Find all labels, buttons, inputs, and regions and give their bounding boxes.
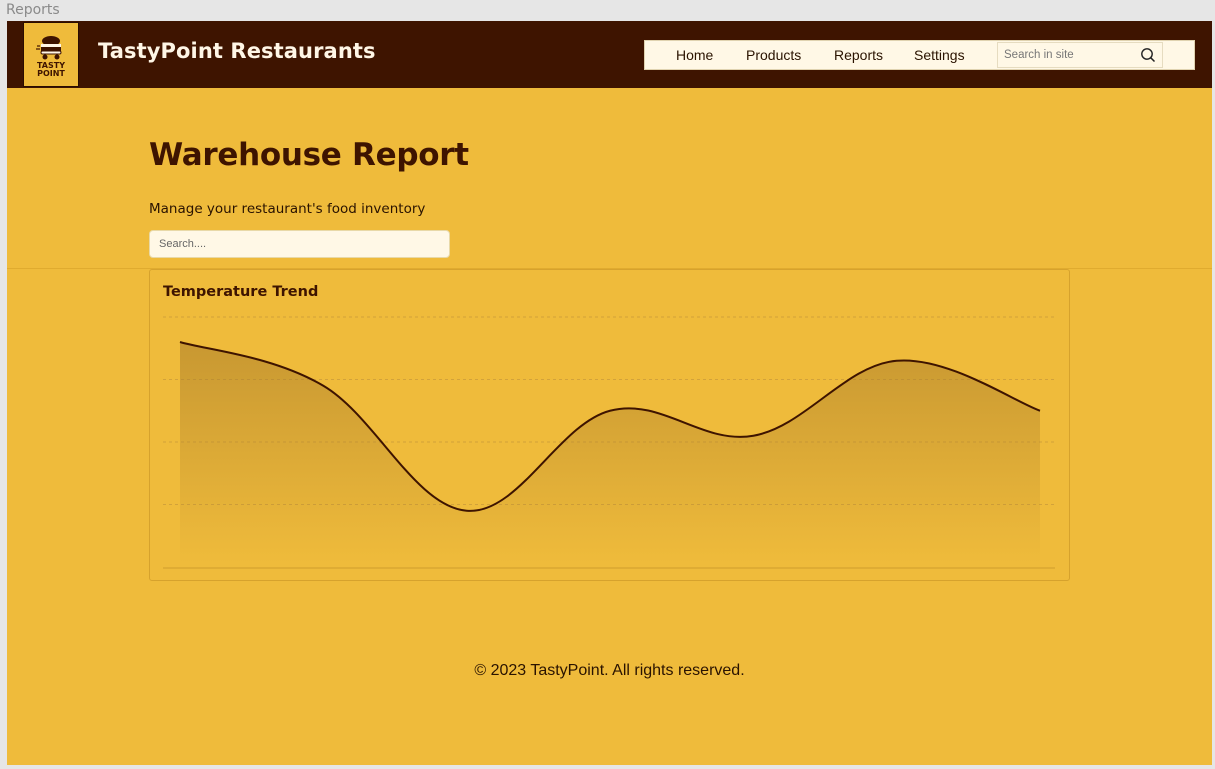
logo[interactable]: TASTY POINT xyxy=(23,22,79,87)
logo-text-line-2: POINT xyxy=(37,68,65,78)
site-search xyxy=(997,42,1163,68)
inventory-search xyxy=(149,230,450,258)
burger-truck-icon xyxy=(36,35,62,59)
top-header: TASTY POINT TastyPoint Restaurants Home … xyxy=(7,21,1212,88)
footer-copyright: © 2023 TastyPoint. All rights reserved. xyxy=(474,662,745,679)
page-subtitle: Manage your restaurant's food inventory xyxy=(149,201,426,217)
brand-title: TastyPoint Restaurants xyxy=(98,39,376,63)
nav-item-products[interactable]: Products xyxy=(746,47,801,63)
temperature-chart-card: Temperature Trend xyxy=(149,269,1070,581)
search-icon[interactable] xyxy=(1140,47,1156,63)
nav-item-settings[interactable]: Settings xyxy=(914,47,965,63)
nav-bar: Home Products Reports Settings xyxy=(644,40,1195,70)
site-search-input[interactable] xyxy=(998,43,1142,67)
nav-item-home[interactable]: Home xyxy=(676,47,713,63)
window-title: Reports xyxy=(6,2,60,18)
chart-area xyxy=(180,342,1040,563)
app-window: TASTY POINT TastyPoint Restaurants Home … xyxy=(7,21,1212,765)
inventory-search-input[interactable] xyxy=(150,231,449,257)
page-title: Warehouse Report xyxy=(149,137,469,173)
temperature-chart xyxy=(163,316,1055,569)
nav-item-reports[interactable]: Reports xyxy=(834,47,883,63)
chart-title: Temperature Trend xyxy=(163,284,319,300)
